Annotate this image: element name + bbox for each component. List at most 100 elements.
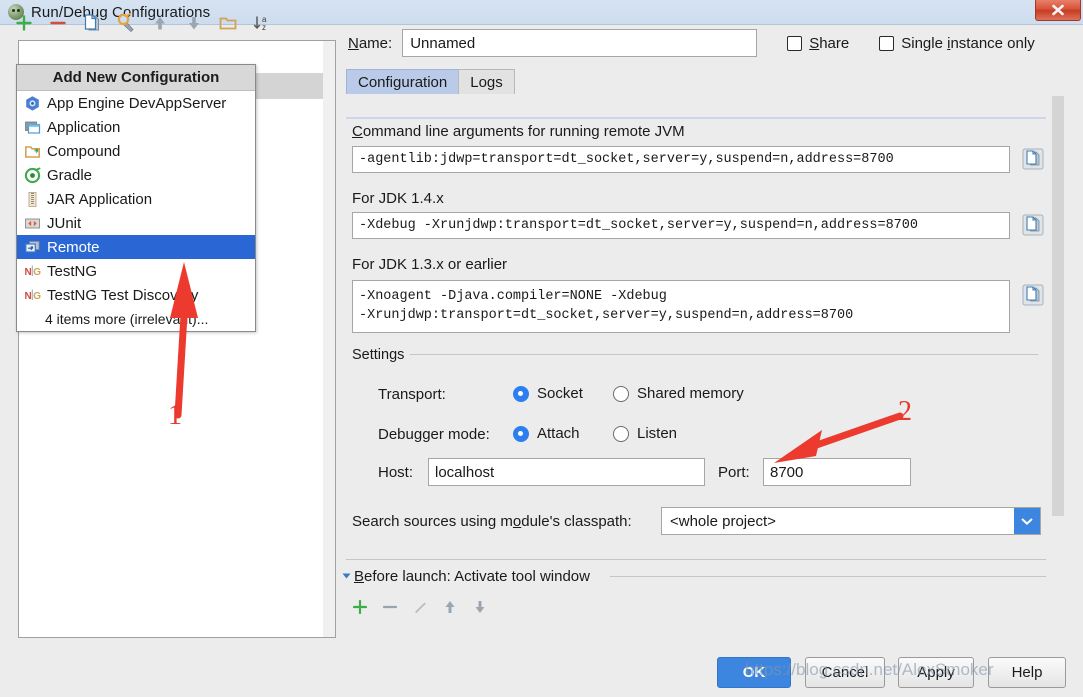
settings-group-line xyxy=(410,354,1038,355)
annotation-label-2: 2 xyxy=(898,396,912,427)
configurations-list-scrollbar[interactable] xyxy=(323,41,335,637)
svg-text:z: z xyxy=(262,23,266,32)
popup-item-label: Gradle xyxy=(47,166,93,184)
editor-tabs: Configuration Logs xyxy=(346,68,515,94)
share-checkbox[interactable]: Share xyxy=(787,35,849,52)
port-label: Port: xyxy=(718,464,750,481)
single-instance-checkbox[interactable]: Single instance only xyxy=(879,34,1035,52)
add-new-configuration-popup: Add New Configuration App Engine DevAppS… xyxy=(16,64,256,332)
radio-indicator xyxy=(513,425,529,442)
host-label: Host: xyxy=(378,464,414,481)
tab-configuration[interactable]: Configuration xyxy=(346,69,460,94)
single-instance-label: Single instance only xyxy=(901,34,1035,52)
popup-item-testng-test-discovery[interactable]: N G TestNG Test Discovery xyxy=(17,283,255,307)
move-up-icon[interactable] xyxy=(150,13,170,33)
remote-icon xyxy=(23,238,41,256)
name-row: Name: Share Single instance only xyxy=(348,28,1063,58)
edit-task-icon[interactable] xyxy=(410,597,430,617)
annotation-label-1: 1 xyxy=(168,400,182,431)
jdk14-field[interactable]: -Xdebug -Xrunjdwp:transport=dt_socket,se… xyxy=(352,212,1010,239)
collapse-triangle-icon[interactable] xyxy=(342,573,351,579)
radio-indicator xyxy=(613,425,629,442)
add-icon[interactable] xyxy=(14,13,34,33)
copy-jdk13-icon[interactable] xyxy=(1022,284,1044,306)
testng-icon: N G xyxy=(23,286,41,304)
sort-alphabetically-icon[interactable]: a z xyxy=(252,13,272,33)
ok-button[interactable]: OK xyxy=(717,657,791,688)
classpath-combo-value: <whole project> xyxy=(670,512,776,530)
app-engine-icon xyxy=(23,94,41,112)
popup-item-label: Application xyxy=(47,118,121,136)
section-divider xyxy=(346,559,1046,560)
popup-item-compound[interactable]: Compound xyxy=(17,139,255,163)
popup-item-application[interactable]: Application xyxy=(17,115,255,139)
popup-item-testng[interactable]: N G TestNG xyxy=(17,259,255,283)
svg-text:N: N xyxy=(24,291,31,302)
tab-logs[interactable]: Logs xyxy=(458,69,515,94)
before-launch-label: Before launch: Activate tool window xyxy=(354,568,590,585)
editor-scrollbar[interactable] xyxy=(1052,96,1064,516)
svg-text:G: G xyxy=(33,267,41,278)
popup-item-more[interactable]: 4 items more (irrelevant)... xyxy=(17,307,255,331)
add-task-icon[interactable] xyxy=(350,597,370,617)
popup-item-label: JUnit xyxy=(47,214,82,232)
move-down-icon[interactable] xyxy=(184,13,204,33)
apply-button[interactable]: Apply xyxy=(898,657,974,688)
jar-icon xyxy=(23,190,41,208)
transport-shared-memory-radio[interactable]: Shared memory xyxy=(613,385,744,402)
share-checkbox-box xyxy=(787,35,803,51)
remove-icon[interactable] xyxy=(48,13,68,33)
svg-text:G: G xyxy=(33,291,41,302)
chevron-down-icon[interactable] xyxy=(1014,508,1040,534)
jdk13-label: For JDK 1.3.x or earlier xyxy=(352,256,508,273)
popup-item-label: TestNG Test Discovery xyxy=(47,286,199,304)
cancel-button[interactable]: Cancel xyxy=(805,657,885,688)
debugger-mode-listen-radio[interactable]: Listen xyxy=(613,425,677,442)
debugger-mode-label: Debugger mode: xyxy=(378,426,490,443)
edit-templates-icon[interactable] xyxy=(116,13,136,33)
share-label: Share xyxy=(809,34,850,52)
radio-label: Socket xyxy=(537,385,583,402)
popup-item-label: JAR Application xyxy=(47,190,153,208)
tab-content-top-border xyxy=(346,117,1046,119)
radio-label: Shared memory xyxy=(637,385,744,402)
before-launch-line xyxy=(610,576,1046,577)
popup-item-jar-application[interactable]: JAR Application xyxy=(17,187,255,211)
run-debug-configurations-dialog: Run/Debug Configurations a z Add New Con… xyxy=(0,0,1083,697)
remove-task-icon[interactable] xyxy=(380,597,400,617)
host-field[interactable] xyxy=(428,458,705,486)
popup-item-label: App Engine DevAppServer xyxy=(47,94,227,112)
new-folder-icon[interactable] xyxy=(218,13,238,33)
single-instance-checkbox-box xyxy=(879,35,895,51)
port-field[interactable] xyxy=(763,458,911,486)
help-button[interactable]: Help xyxy=(988,657,1066,688)
name-label: Name: xyxy=(348,34,393,52)
copy-icon[interactable] xyxy=(82,13,102,33)
popup-item-junit[interactable]: JUnit xyxy=(17,211,255,235)
name-input[interactable] xyxy=(402,29,758,57)
task-move-up-icon[interactable] xyxy=(440,597,460,617)
gradle-icon xyxy=(23,166,41,184)
popup-item-gradle[interactable]: Gradle xyxy=(17,163,255,187)
debugger-mode-attach-radio[interactable]: Attach xyxy=(513,425,580,442)
cmdline-label: Command line arguments for running remot… xyxy=(352,123,685,140)
popup-title: Add New Configuration xyxy=(17,65,255,91)
testng-icon: N G xyxy=(23,262,41,280)
radio-indicator xyxy=(513,385,529,402)
popup-item-label: TestNG xyxy=(47,262,98,280)
radio-label: Listen xyxy=(637,425,678,442)
popup-item-remote[interactable]: Remote xyxy=(17,235,255,259)
settings-group-label: Settings xyxy=(352,347,411,363)
popup-item-app-engine[interactable]: App Engine DevAppServer xyxy=(17,91,255,115)
jdk13-field[interactable]: -Xnoagent -Djava.compiler=NONE -Xdebug -… xyxy=(352,280,1010,333)
application-icon xyxy=(23,118,41,136)
popup-item-label: Compound xyxy=(47,142,121,160)
jdk14-label: For JDK 1.4.x xyxy=(352,190,444,207)
transport-socket-radio[interactable]: Socket xyxy=(513,385,583,402)
cmdline-field[interactable]: -agentlib:jdwp=transport=dt_socket,serve… xyxy=(352,146,1010,173)
copy-cmdline-icon[interactable] xyxy=(1022,148,1044,170)
copy-jdk14-icon[interactable] xyxy=(1022,214,1044,236)
task-move-down-icon[interactable] xyxy=(470,597,490,617)
classpath-combo[interactable]: <whole project> xyxy=(661,507,1041,535)
classpath-label: Search sources using module's classpath: xyxy=(352,513,632,530)
